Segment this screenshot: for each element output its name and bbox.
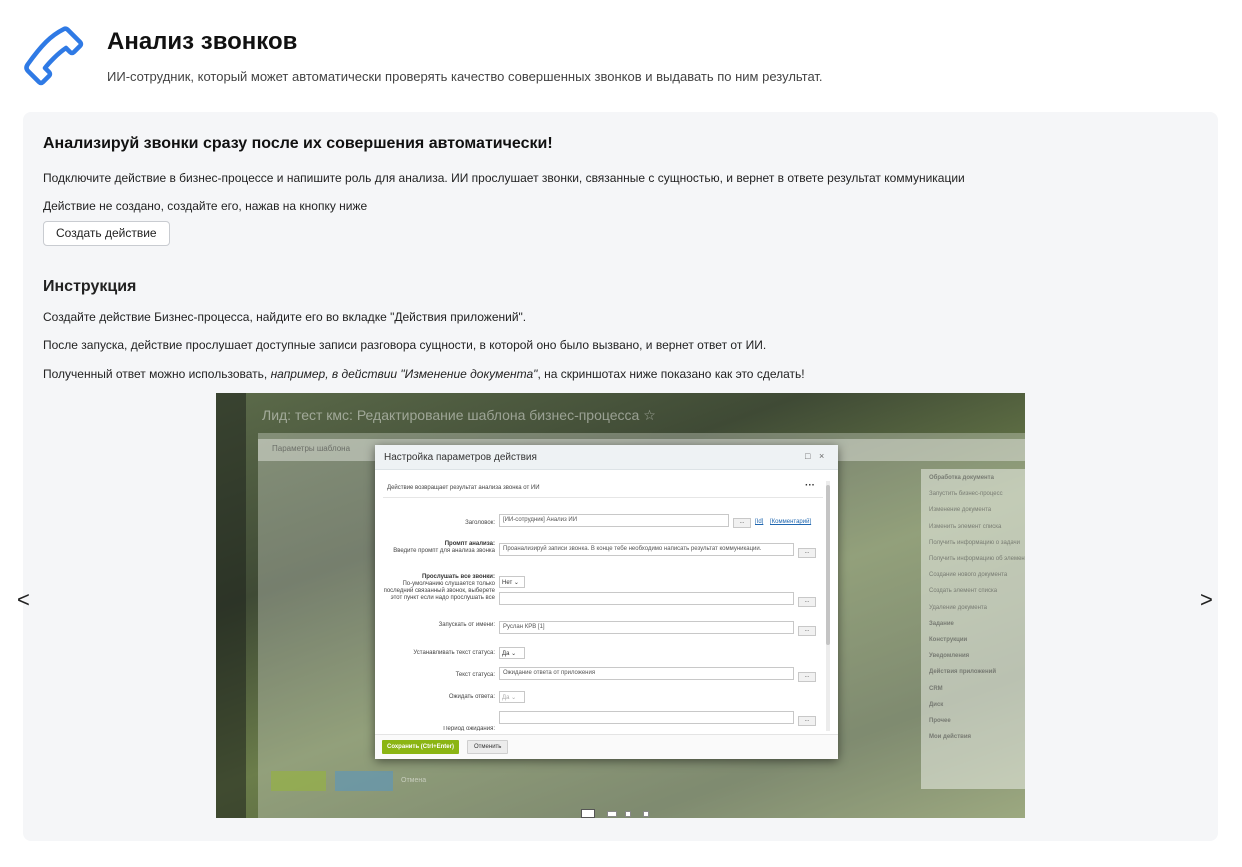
slide-panel-item: Создать элемент списка (929, 588, 998, 595)
carousel-slide-image: Лид: тест кмс: Редактирование шаблона би… (216, 393, 1025, 818)
carousel-dot[interactable] (625, 811, 631, 817)
slide-panel-item: Диск (929, 701, 944, 708)
phone-icon (24, 26, 84, 86)
create-action-button[interactable]: Создать действие (43, 221, 170, 246)
slide-apply-button (335, 771, 393, 791)
set-status-select: Да ⌄ (499, 647, 525, 659)
instruction-step-1: Создайте действие Бизнес-процесса, найди… (43, 310, 527, 324)
close-icon: × (819, 451, 825, 461)
id-link: [Id] (755, 519, 764, 525)
wait-select: Да ⌄ (499, 691, 525, 703)
carousel-next-button[interactable]: > (1200, 589, 1213, 611)
listen-select: Нет ⌄ (499, 576, 525, 588)
comment-link: [Комментарий] (770, 519, 812, 525)
prompt-label-hint: Введите промпт для анализа звонка (393, 548, 495, 554)
slide-panel-item: Действия приложений (929, 669, 997, 676)
run-as-label: Запускать от имени: (438, 622, 495, 628)
slide-left-strip (216, 393, 246, 818)
instruction-step-3-start: Полученный ответ можно использовать, (43, 367, 271, 381)
slide-cancel-label: Отмена (401, 777, 427, 784)
listen-label: Прослушать все звонки: По-умолчанию слуша… (383, 574, 495, 602)
heading-dots-button: ... (733, 518, 751, 528)
prompt-label: Промпт анализа: Введите промпт для анализ… (383, 541, 495, 555)
page-title: Анализ звонков (107, 28, 298, 55)
instruction-title: Инструкция (43, 278, 137, 295)
slide-panel-item: Обработка документа (929, 475, 994, 481)
intro-title: Анализируй звонки сразу после их соверше… (43, 135, 553, 152)
prompt-dots-button: ... (798, 548, 816, 558)
maximize-icon: □ (805, 451, 811, 461)
slide-right-panel: Обработка документа Запустить бизнес-проц… (921, 469, 1025, 789)
listen-label-hint: По-умолчанию слушается только последний … (383, 581, 495, 601)
slide-panel-item: Конструкции (929, 637, 968, 643)
settings-dialog: Настройка параметров действия □ × Действ… (375, 445, 838, 759)
prompt-label-title: Промпт анализа: (444, 541, 495, 547)
status-text-label: Текст статуса: (455, 672, 495, 678)
instruction-step-2: После запуска, действие прослушает досту… (43, 338, 767, 352)
slide-panel-item: Создание нового документа (929, 572, 1008, 579)
page-header: Анализ звонков ИИ-сотрудник, который мож… (0, 0, 1242, 110)
instruction-step-3-emphasis: например, в действии "Изменение документ… (270, 367, 538, 381)
carousel-dot[interactable] (607, 811, 617, 817)
listen-dots-button: ... (798, 597, 816, 607)
dialog-scrollbar-thumb (826, 485, 830, 645)
slide-panel-item: Получить информацию о задачи (929, 539, 1021, 546)
dialog-cancel-button: Отменить (467, 740, 509, 754)
heading-field: [ИИ-сотрудник] Анализ ИИ (499, 514, 729, 527)
timeout-field (499, 711, 794, 724)
status-text-dots-button: ... (798, 672, 816, 682)
content-card: Анализируй звонки сразу после их соверше… (17, 112, 1218, 841)
slide-panel-item: Запустить бизнес-процесс (929, 491, 1003, 498)
run-as-field: Руслан КРВ [1] (499, 621, 794, 634)
carousel-prev-button[interactable]: < (17, 589, 30, 611)
slide-panel-item: Получить информацию об элементе (929, 556, 1025, 562)
run-as-dots-button: ... (798, 626, 816, 636)
set-status-select-value: Да (502, 651, 510, 657)
dialog-save-button: Сохранить (Ctrl+Enter) (382, 740, 459, 754)
dialog-footer: Сохранить (Ctrl+Enter) Отменить (375, 734, 838, 759)
wait-select-value: Да (502, 695, 510, 701)
heading-label: Заголовок: (465, 520, 495, 526)
page-subtitle: ИИ-сотрудник, который может автоматическ… (107, 69, 823, 84)
status-text: Действие не создано, создайте его, нажав… (43, 199, 368, 213)
prompt-field: Проанализируй записи звонка. В конце теб… (499, 543, 794, 556)
slide-save-button (271, 771, 326, 791)
slide-panel-item: CRM (929, 685, 943, 692)
slide-panel-item: Прочее (929, 718, 951, 724)
listen-label-title: Прослушать все звонки: (421, 574, 495, 580)
status-text-field: Ожидание ответа от приложения (499, 667, 794, 680)
timeout-dots-button: ... (798, 716, 816, 726)
slide-panel-item: Изменение документа (929, 507, 992, 514)
more-icon: ··· (805, 480, 815, 491)
dialog-header: Настройка параметров действия □ × (375, 445, 838, 470)
timeout-label: Период ожидания: (443, 726, 495, 731)
listen-field (499, 592, 794, 605)
slide-panel-item: Задание (929, 620, 954, 627)
dialog-title: Настройка параметров действия (384, 452, 537, 463)
slide-bg-title: Лид: тест кмс: Редактирование шаблона би… (262, 407, 656, 423)
set-status-label: Устанавливать текст статуса: (413, 650, 495, 656)
dialog-description: Действие возвращает результат анализа зв… (387, 485, 540, 491)
instruction-step-3: Полученный ответ можно использовать, нап… (43, 367, 805, 381)
listen-select-value: Нет (502, 580, 513, 586)
slide-panel-item: Изменить элемент списка (929, 523, 1002, 530)
wait-label: Ожидать ответа: (448, 694, 495, 700)
carousel-dot[interactable] (643, 811, 649, 817)
slide-toolbar-label: Параметры шаблона (272, 444, 351, 453)
intro-text: Подключите действие в бизнес-процессе и … (43, 171, 965, 185)
slide-panel-item: Мои действия (929, 734, 972, 741)
dialog-divider (383, 497, 823, 498)
carousel-dot[interactable] (581, 809, 595, 818)
instruction-step-3-end: , на скриншотах ниже показано как это сд… (537, 367, 805, 381)
slide-panel-item: Уведомления (929, 653, 970, 660)
slide-panel-item: Удаление документа (929, 604, 987, 611)
